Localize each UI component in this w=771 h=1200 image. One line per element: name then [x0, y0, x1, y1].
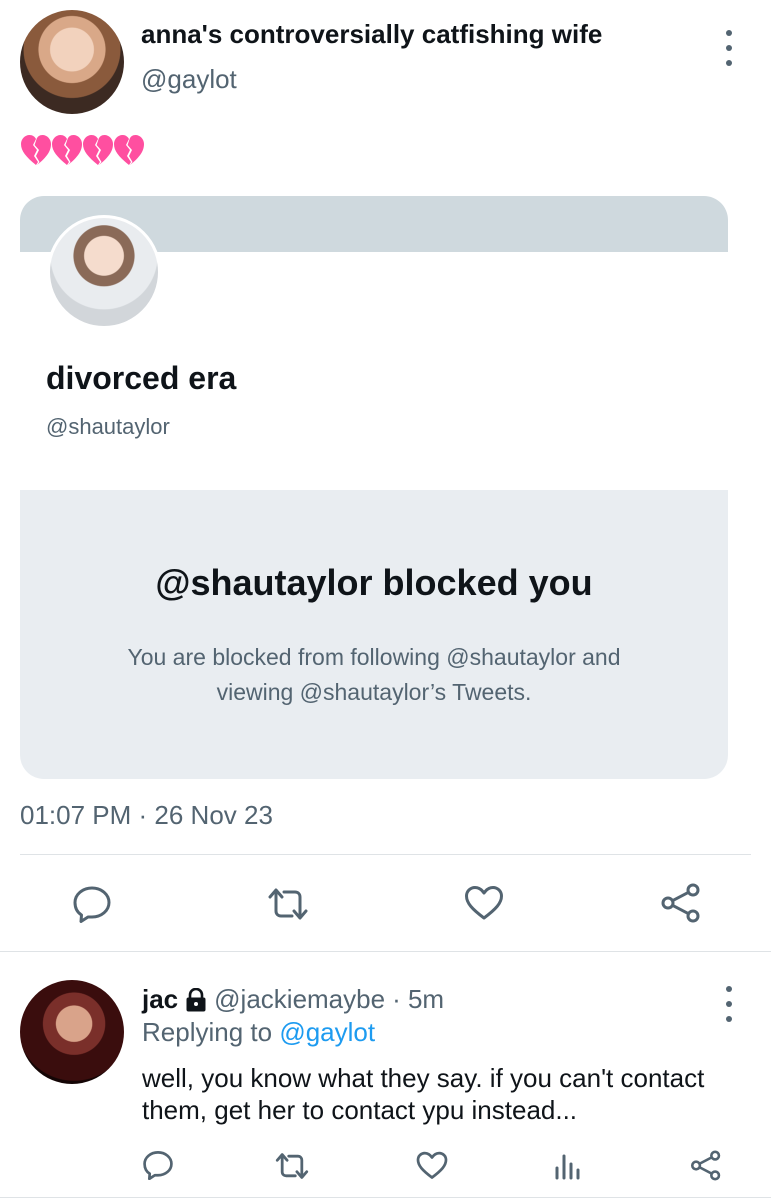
reply-header: jac @jackiemaybe · 5m [142, 984, 444, 1015]
reply-icon[interactable] [72, 885, 112, 923]
share-icon[interactable] [690, 1150, 722, 1181]
retweet-icon[interactable] [274, 1152, 310, 1180]
author-avatar[interactable] [20, 10, 124, 114]
reply-icon[interactable] [142, 1150, 174, 1180]
author-handle[interactable]: @gaylot [141, 64, 237, 95]
divider [20, 854, 751, 855]
like-icon[interactable] [416, 1151, 448, 1180]
reply-text: well, you know what they say. if you can… [142, 1063, 705, 1125]
like-icon[interactable] [464, 885, 504, 921]
share-icon[interactable] [660, 883, 702, 923]
replying-prefix: Replying to [142, 1017, 273, 1047]
divider [0, 951, 771, 952]
broken-heart-icon [20, 134, 52, 170]
broken-heart-icon [82, 134, 114, 170]
author-display-name[interactable]: anna's controversially catfishing wife [141, 19, 602, 50]
quoted-avatar[interactable] [47, 215, 161, 329]
tweet-text: 💔💔💔💔 [20, 134, 144, 170]
divider [0, 1197, 771, 1198]
blocked-title: @shautaylor blocked you [155, 562, 593, 603]
reply-time[interactable]: · 5m [392, 984, 444, 1015]
reply-author-display-name[interactable]: jac [142, 984, 178, 1015]
broken-heart-icon [51, 134, 83, 170]
reply-more-options-icon[interactable] [724, 986, 734, 1022]
more-options-icon[interactable] [724, 30, 734, 66]
retweet-icon[interactable] [266, 887, 310, 921]
tweet-timestamp[interactable]: 01:07 PM · 26 Nov 23 [20, 800, 273, 831]
replying-to: Replying to @gaylot [142, 1017, 375, 1048]
quoted-display-name[interactable]: divorced era [46, 360, 236, 397]
blocked-description: You are blocked from following @shautayl… [127, 644, 621, 705]
lock-icon [184, 987, 208, 1012]
quoted-handle[interactable]: @shautaylor [46, 414, 170, 440]
reply-author-avatar[interactable] [20, 980, 124, 1084]
blocked-notice: @shautaylor blocked you You are blocked … [20, 490, 728, 779]
broken-heart-icon [113, 134, 145, 170]
views-icon[interactable] [554, 1150, 582, 1180]
reply-author-handle[interactable]: @jackiemaybe [214, 984, 385, 1015]
replying-mention-link[interactable]: @gaylot [279, 1017, 375, 1047]
